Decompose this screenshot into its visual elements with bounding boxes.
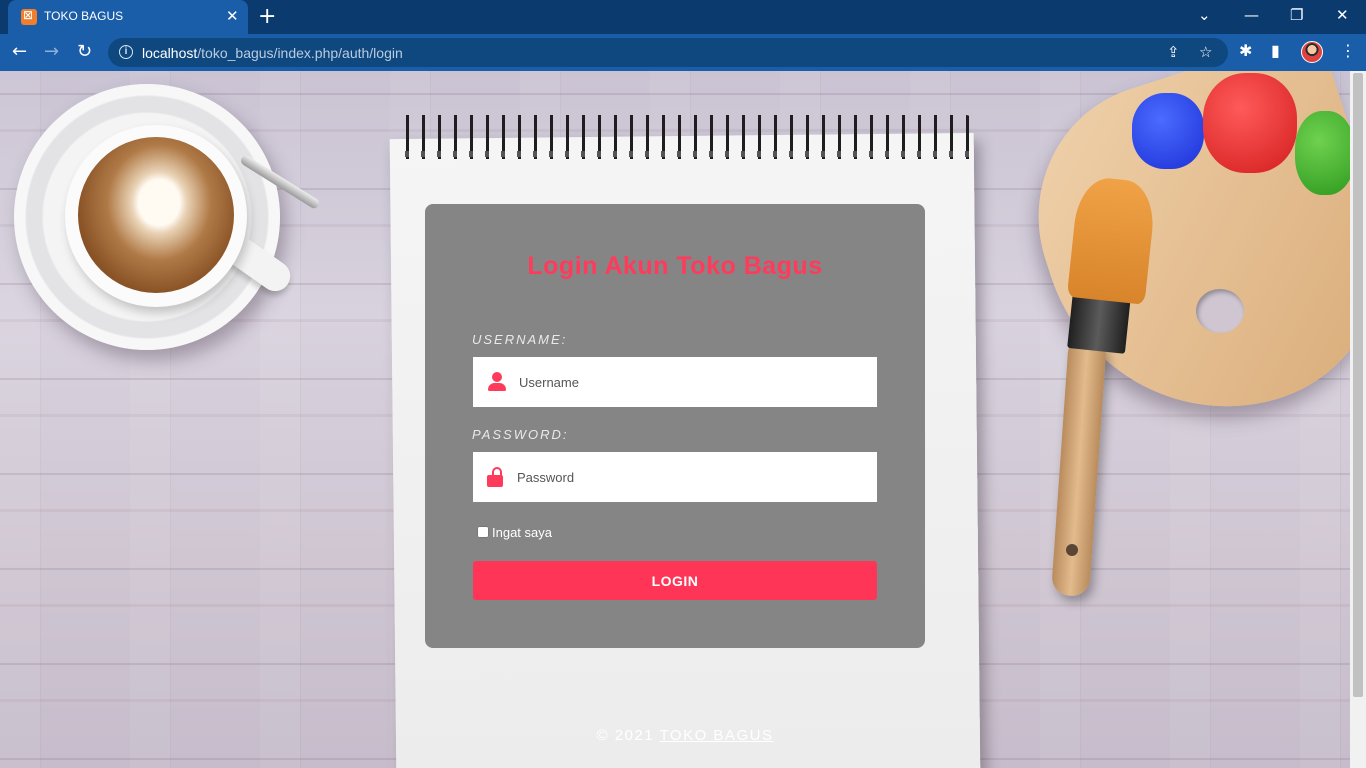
remember-me[interactable]: Ingat saya [477,525,552,540]
page-viewport: Login Akun Toko Bagus USERNAME: PASSWORD… [0,71,1350,768]
minimize-icon[interactable]: — [1244,6,1259,24]
footer: © 2021 TOKO BAGUS [393,727,977,744]
red-paint-blob [1203,73,1297,173]
tab-search-icon[interactable]: ⌄ [1198,6,1211,24]
palette-thumb-hole [1196,289,1244,333]
login-button[interactable]: LOGIN [473,561,877,600]
scrollbar-thumb[interactable] [1353,73,1363,697]
browser-tab-bar: TOKO BAGUS ✕ + ⌄ — ❐ ✕ [0,0,1366,34]
unlock-icon [487,467,505,487]
password-input[interactable] [517,452,867,502]
username-field [473,357,877,407]
xampp-favicon-icon [21,8,37,25]
green-paint-blob [1295,111,1350,195]
menu-kebab-icon[interactable]: ⋮ [1340,41,1356,60]
new-tab-icon[interactable]: + [258,4,276,29]
url-text: localhost/toko_bagus/index.php/auth/logi… [142,45,403,61]
bookmark-star-icon[interactable]: ☆ [1199,43,1212,61]
notepad-spiral-holes [398,151,974,157]
restore-icon[interactable]: ❐ [1290,6,1303,24]
extensions-icon[interactable]: ✱ [1239,41,1252,60]
username-label: USERNAME: [472,332,568,347]
forward-icon[interactable]: → [44,41,59,62]
back-icon[interactable]: ← [12,41,27,62]
remember-me-checkbox[interactable] [477,526,489,538]
browser-tab[interactable]: TOKO BAGUS ✕ [8,0,248,34]
window-close-icon[interactable]: ✕ [1336,6,1349,24]
page-scrollbar[interactable] [1350,71,1366,768]
tab-close-icon[interactable]: ✕ [226,7,239,25]
password-label: PASSWORD: [472,427,569,442]
address-bar[interactable]: i localhost/toko_bagus/index.php/auth/lo… [108,38,1228,67]
tab-title: TOKO BAGUS [44,9,124,23]
reload-icon[interactable]: ↻ [77,41,92,62]
user-icon [488,372,506,392]
remember-me-label: Ingat saya [492,525,552,540]
footer-link[interactable]: TOKO BAGUS [660,727,774,744]
footer-copyright: © 2021 [596,727,655,744]
paintbrush-handle-image [1050,334,1108,598]
share-icon[interactable]: ⇪ [1167,43,1180,61]
latte-art-image [78,137,234,293]
site-info-icon[interactable]: i [119,45,133,59]
paintbrush-hole [1066,544,1078,556]
login-title: Login Akun Toko Bagus [527,252,823,280]
side-panel-icon[interactable]: ▮ [1271,41,1280,60]
password-field [473,452,877,502]
browser-toolbar: ← → ↻ i localhost/toko_bagus/index.php/a… [0,34,1366,71]
blue-paint-blob [1132,93,1204,169]
username-input[interactable] [519,357,869,407]
profile-avatar[interactable] [1301,41,1323,63]
